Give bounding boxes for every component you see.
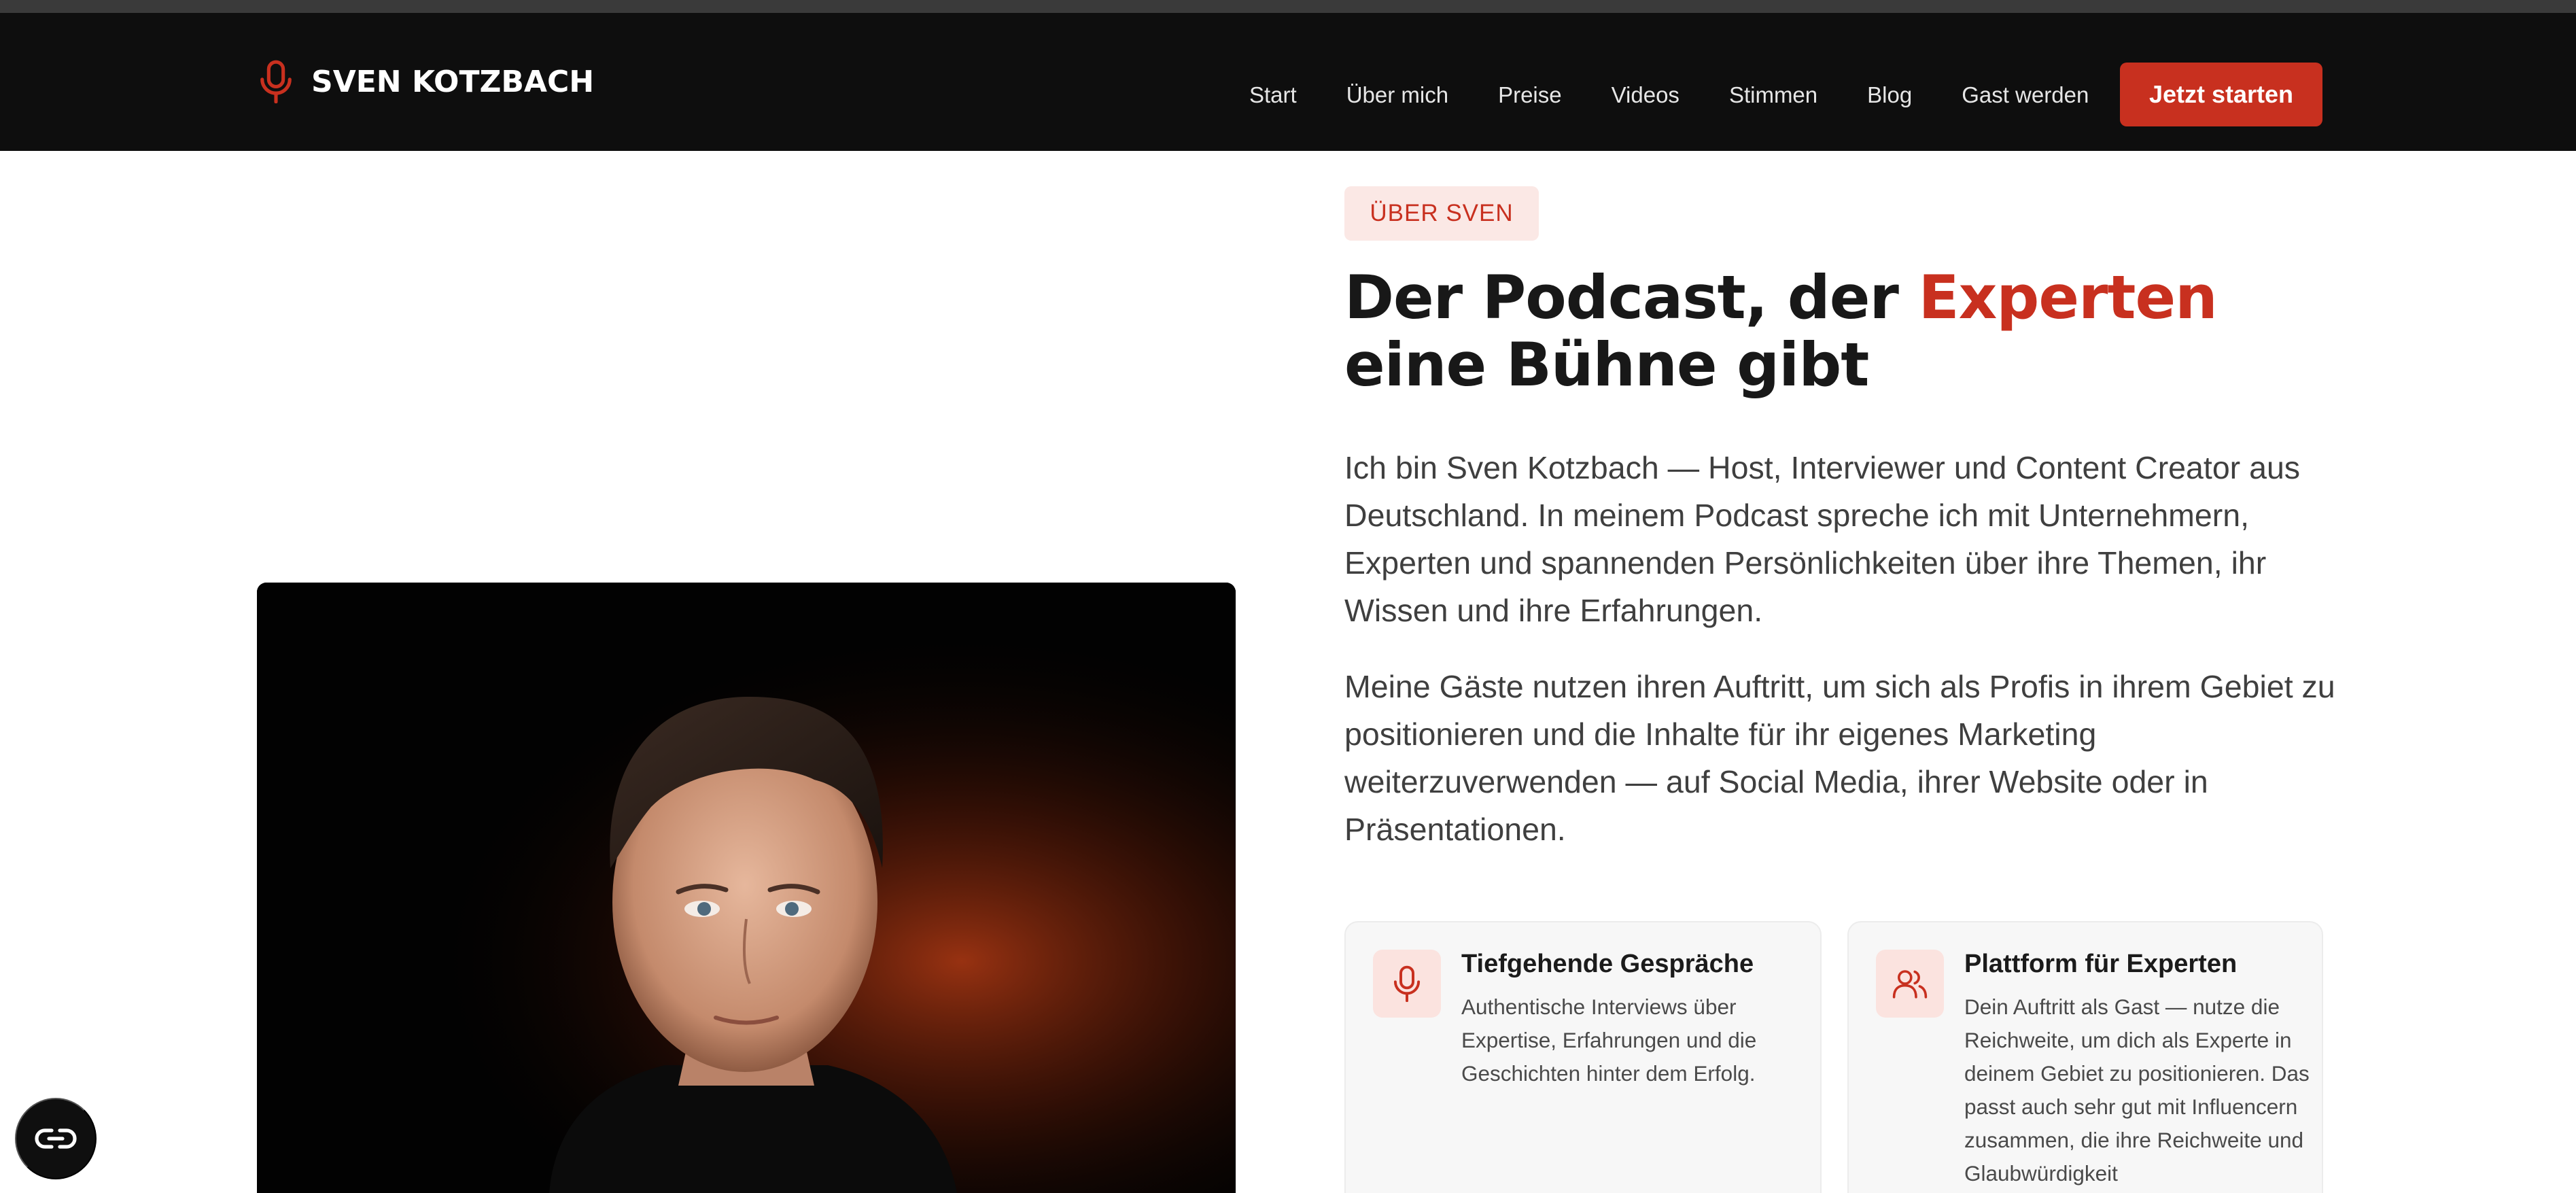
feature-card-tiefgehende-gespraeche: Tiefgehende Gespräche Authentische Inter… [1344, 921, 1822, 1193]
feature-icon-box [1373, 950, 1441, 1018]
nav-link-stimmen[interactable]: Stimmen [1729, 82, 1817, 108]
intro-paragraph-1: Ich bin Sven Kotzbach — Host, Interviewe… [1344, 450, 2301, 628]
feature-text: Dein Auftritt als Gast — nutze die Reich… [1964, 995, 2310, 1186]
headline-part-2: eine Bühne gibt [1344, 330, 1869, 400]
headline-part-1: Der Podcast, der [1344, 262, 1919, 332]
browser-top-strip [0, 0, 2576, 13]
portrait-illustration [257, 583, 1236, 1193]
users-icon [1892, 970, 1928, 999]
page-headline: Der Podcast, der Experten eine Bühne gib… [1344, 264, 2337, 398]
nav-link-preise[interactable]: Preise [1498, 82, 1562, 108]
microphone-icon [1393, 965, 1421, 1002]
microphone-icon [260, 60, 292, 103]
feature-title: Tiefgehende Gespräche [1461, 950, 1754, 978]
section-eyebrow-badge: ÜBER SVEN [1344, 186, 1539, 241]
nav-link-ueber-mich[interactable]: Über mich [1346, 82, 1448, 108]
feature-card-plattform-fuer-experten: Plattform für Experten Dein Auftritt als… [1847, 921, 2323, 1193]
nav-link-gast-werden[interactable]: Gast werden [1962, 82, 2089, 108]
nav-link-videos[interactable]: Videos [1612, 82, 1679, 108]
main-navigation: Start Über mich Preise Videos Stimmen Bl… [1249, 62, 2089, 128]
accessibility-link-icon [35, 1128, 77, 1149]
jetzt-starten-button[interactable]: Jetzt starten [2120, 63, 2322, 126]
feature-text: Authentische Interviews über Expertise, … [1461, 995, 1757, 1086]
feature-title: Plattform für Experten [1964, 950, 2238, 978]
nav-link-start[interactable]: Start [1249, 82, 1297, 108]
intro-paragraph-2: Meine Gäste nutzen ihren Auftritt, um si… [1344, 669, 2335, 847]
portrait-photo [257, 583, 1236, 1193]
headline-accent: Experten [1918, 262, 2217, 332]
nav-link-blog[interactable]: Blog [1867, 82, 1912, 108]
site-header: SVEN KOTZBACH Start Über mich Preise Vid… [0, 13, 2576, 151]
feature-icon-box [1876, 950, 1944, 1018]
accessibility-widget-button[interactable] [15, 1098, 97, 1179]
brand-name: SVEN KOTZBACH [311, 64, 595, 99]
brand-logo[interactable]: SVEN KOTZBACH [258, 60, 594, 103]
